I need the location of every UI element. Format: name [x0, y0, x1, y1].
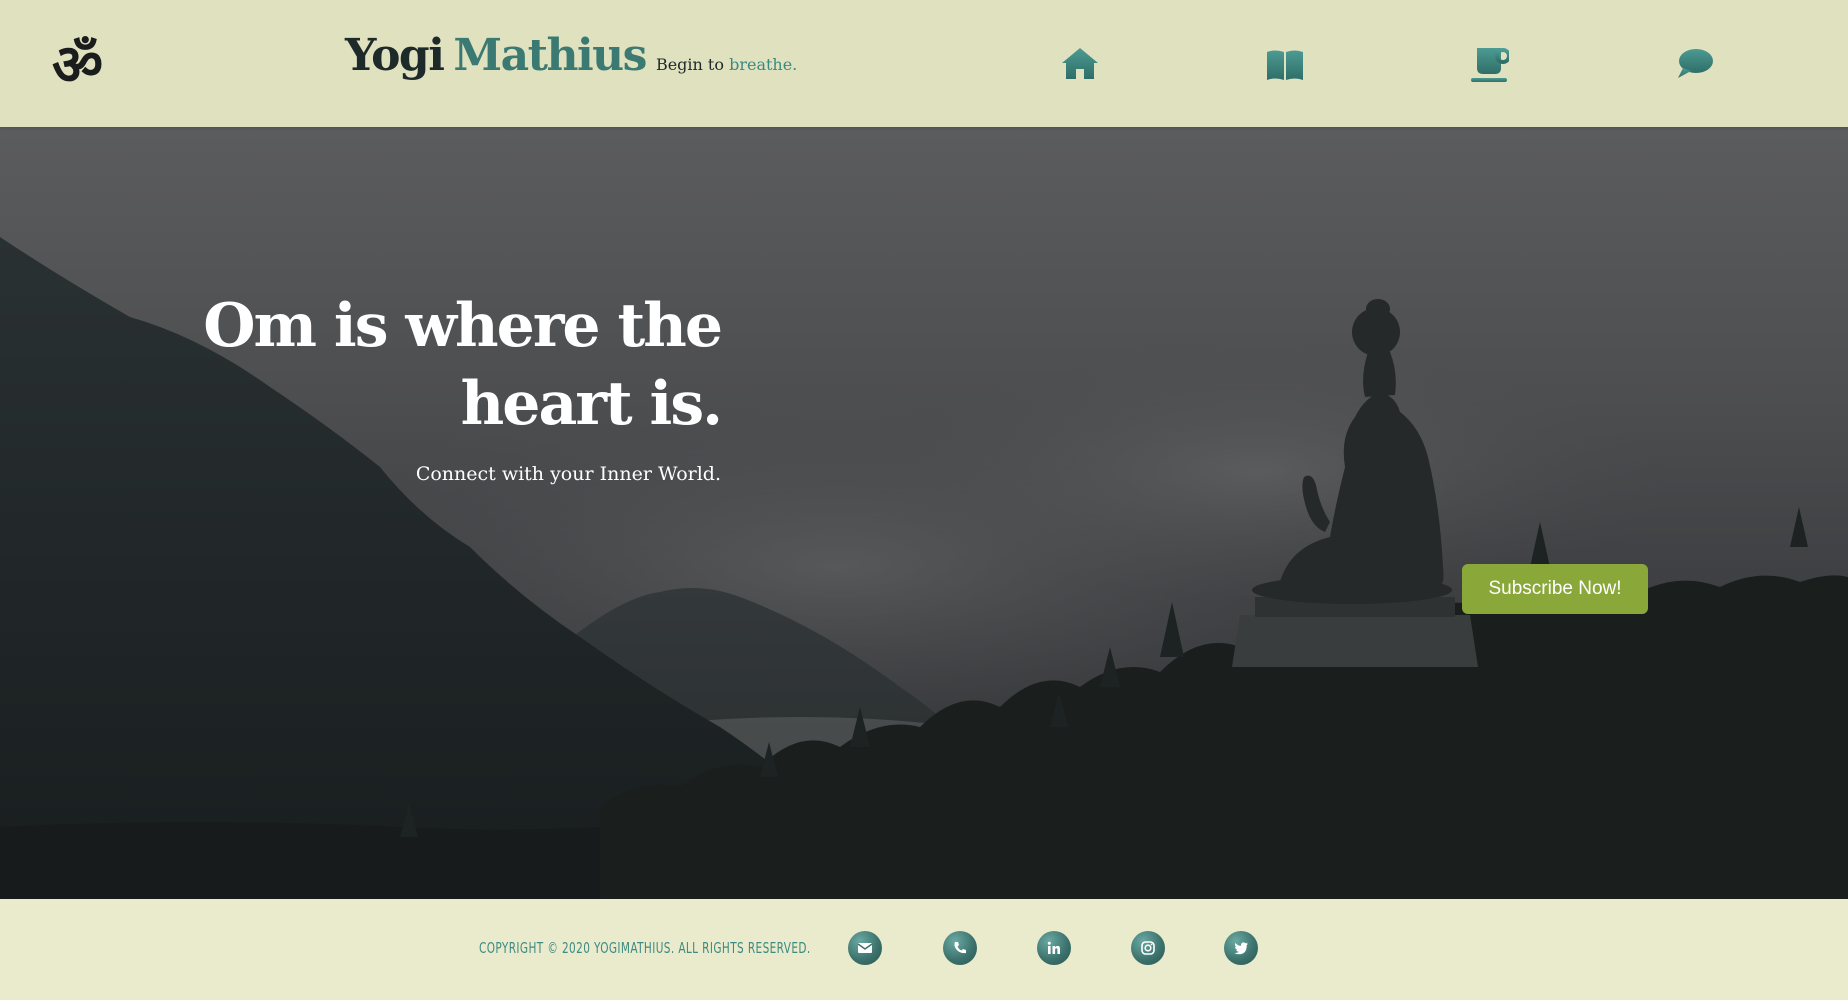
linkedin-icon — [1047, 941, 1060, 954]
chat-bubble-icon — [1678, 49, 1713, 78]
social-phone[interactable] — [943, 931, 977, 965]
instagram-icon — [1141, 941, 1155, 955]
hero-headline: Om is where the heart is. — [203, 291, 723, 439]
tagline: Begin to breathe. — [656, 55, 797, 74]
social-twitter[interactable] — [1224, 931, 1258, 965]
site-header: ॐ Yogi Mathius Begin to breathe. — [0, 0, 1848, 127]
copyright-text: Copyright © 2020 YogiMathius. All rights… — [479, 939, 811, 957]
brand[interactable]: Yogi Mathius Begin to breathe. — [345, 30, 797, 81]
book-icon — [1267, 50, 1303, 80]
home-icon — [1062, 48, 1098, 79]
nav-book[interactable] — [1265, 44, 1305, 84]
site-footer: Copyright © 2020 YogiMathius. All rights… — [0, 899, 1848, 1000]
phone-icon — [954, 942, 966, 954]
nav-home[interactable] — [1060, 44, 1100, 84]
subscribe-button[interactable]: Subscribe Now! — [1462, 564, 1648, 614]
nav-chat[interactable] — [1675, 44, 1715, 84]
hero-section: Om is where the heart is. Connect with y… — [0, 127, 1848, 899]
social-instagram[interactable] — [1131, 931, 1165, 965]
social-linkedin[interactable] — [1037, 931, 1071, 965]
hero-subline: Connect with your Inner World. — [415, 463, 721, 485]
tagline-accent: breathe. — [729, 55, 798, 74]
hero-background-image — [0, 237, 1848, 899]
brand-last-name: Mathius — [453, 30, 647, 81]
envelope-icon — [857, 943, 873, 953]
twitter-icon — [1234, 942, 1248, 955]
coffee-cup-icon — [1471, 48, 1509, 82]
brand-first-name: Yogi — [345, 30, 445, 81]
nav-coffee[interactable] — [1469, 44, 1509, 84]
tagline-prefix: Begin to — [655, 55, 724, 74]
svg-text:ॐ: ॐ — [52, 33, 103, 98]
om-symbol-icon[interactable]: ॐ — [48, 26, 120, 98]
social-email[interactable] — [848, 931, 882, 965]
